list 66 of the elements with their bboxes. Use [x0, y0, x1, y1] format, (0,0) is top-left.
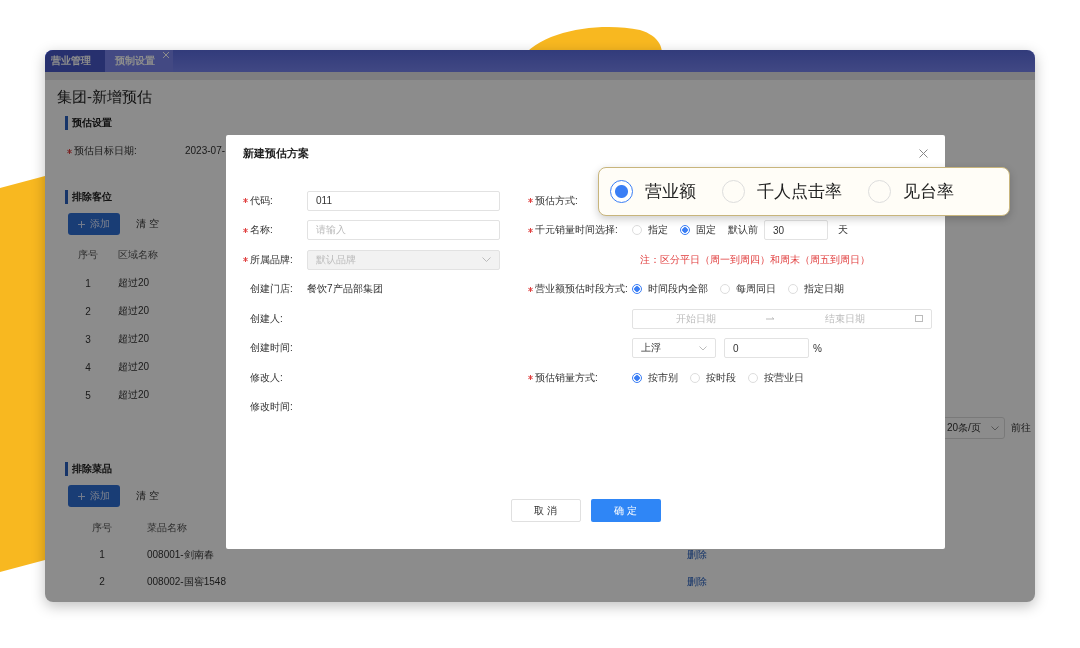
- unit-label: %: [813, 342, 822, 354]
- field-label: 营业额预估时段方式:: [535, 282, 628, 297]
- cancel-button[interactable]: 取 消: [510, 499, 581, 522]
- table-cell-text: 2: [98, 576, 106, 587]
- plus-icon: [78, 492, 85, 500]
- chevron-down-icon: [991, 425, 999, 431]
- field-label: 预估销量方式:: [535, 370, 598, 385]
- table-cell-text: 3: [84, 333, 92, 345]
- table-cell-text: 008002-国窖1548: [147, 574, 227, 589]
- clear-button[interactable]: 清 空: [130, 213, 165, 235]
- calendar-icon: [915, 315, 923, 323]
- table-cell-text: 2: [84, 305, 92, 317]
- radio-option[interactable]: 按时段: [690, 370, 736, 385]
- goto-label: 前往: [1011, 421, 1031, 435]
- dialog-title: 新建预估方案: [243, 145, 309, 161]
- field-label: 创建人:: [250, 311, 283, 326]
- radio-option[interactable]: 按营业日: [748, 370, 804, 385]
- clear-button[interactable]: 清 空: [130, 485, 165, 507]
- field-label: 名称:: [250, 223, 273, 238]
- field-label: 修改时间:: [250, 400, 293, 415]
- chevron-down-icon: [699, 345, 707, 351]
- radio-option[interactable]: 指定: [632, 223, 668, 238]
- field-label: 预估目标日期:: [67, 144, 185, 158]
- column-header: 序号: [77, 248, 99, 262]
- plus-icon: [78, 220, 85, 228]
- percent-field[interactable]: 0: [724, 338, 809, 359]
- radio-option[interactable]: 按市别: [632, 370, 678, 385]
- column-header: 区域名称: [118, 248, 158, 262]
- field-label: 所属品牌:: [250, 252, 293, 267]
- field-label: 千元销量时间选择:: [535, 223, 618, 238]
- table-cell: 超过20: [118, 276, 150, 290]
- table-cell: 超过20: [118, 360, 150, 374]
- days-field[interactable]: 30: [764, 220, 828, 241]
- table-cell-text: 4: [84, 361, 92, 373]
- table-cell-text: 008001-剑南春: [147, 547, 215, 562]
- radio-option[interactable]: 固定: [680, 223, 716, 238]
- field-label: 创建时间:: [250, 341, 293, 356]
- column-header: 序号: [91, 520, 113, 535]
- radio-option[interactable]: 指定日期: [788, 282, 844, 297]
- close-icon[interactable]: [919, 148, 928, 158]
- text-field[interactable]: 011: [307, 190, 500, 211]
- field-label: 创建门店:: [250, 282, 293, 297]
- tab[interactable]: 营业管理: [45, 50, 105, 72]
- radio-option[interactable]: 每周同日: [720, 282, 776, 297]
- table-cell-text: 1: [98, 549, 106, 560]
- table-cell: 超过20: [118, 332, 150, 346]
- table-cell-text: 1: [84, 277, 92, 289]
- note-text: 注：区分平日（周一到周四）和周末（周五到周日）: [640, 252, 870, 267]
- field-value: 餐饮7产品部集团: [307, 282, 383, 297]
- table-cell-text: 5: [84, 389, 92, 401]
- date-value: 2023-07-: [185, 144, 226, 158]
- delete-link[interactable]: 删除: [687, 574, 707, 589]
- section-heading: 预估设置: [65, 116, 1031, 130]
- arrow-right-icon: [766, 316, 775, 321]
- column-header: 菜品名称: [147, 520, 188, 535]
- adjust-select[interactable]: 上浮: [632, 338, 716, 359]
- page-title: 集团-新增预估: [57, 88, 153, 106]
- chevron-down-icon: [482, 257, 491, 263]
- field-prefix: 默认前: [728, 223, 758, 238]
- field-label: 修改人:: [250, 370, 283, 385]
- table-cell: 超过20: [118, 304, 150, 318]
- delete-link[interactable]: 删除: [687, 547, 707, 562]
- table-cell: 超过20: [118, 388, 150, 402]
- radio-option[interactable]: 时间段内全部: [632, 282, 708, 297]
- unit-label: 天: [838, 223, 848, 238]
- confirm-button[interactable]: 确 定: [590, 499, 661, 522]
